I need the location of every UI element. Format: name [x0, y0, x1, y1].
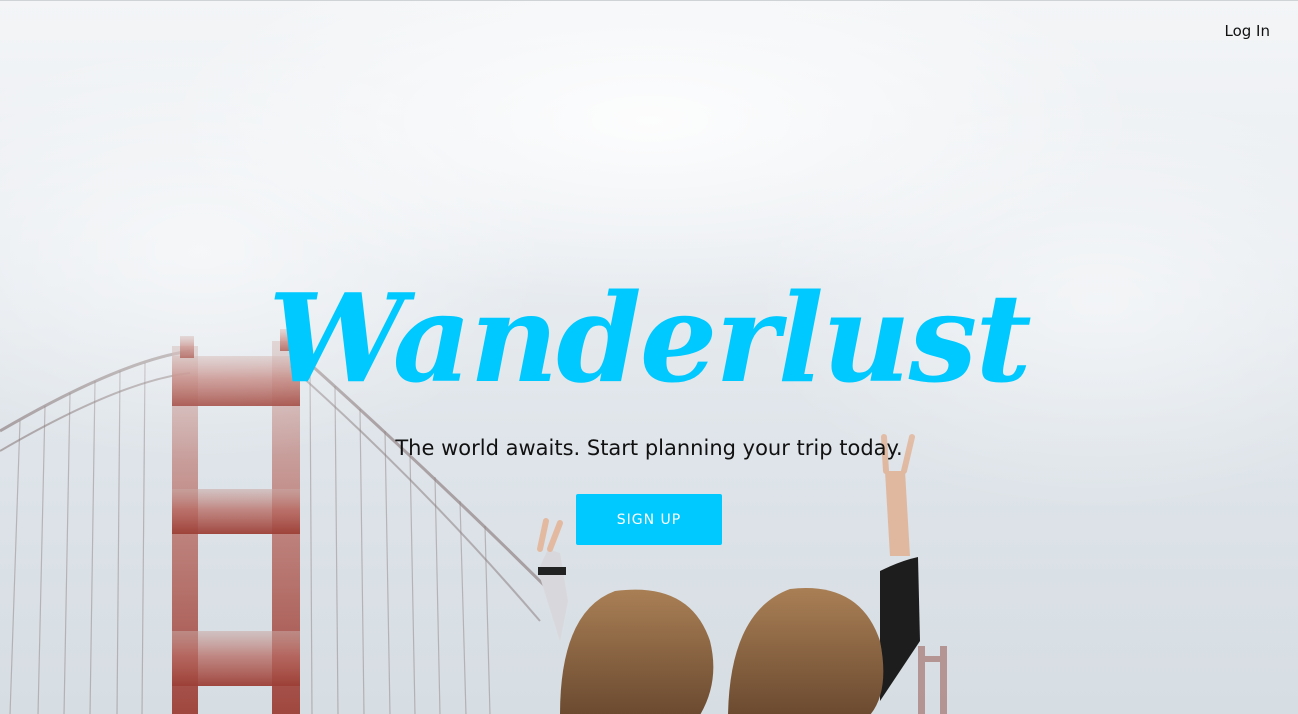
hero-tagline: The world awaits. Start planning your tr… [395, 436, 903, 460]
login-link[interactable]: Log In [1225, 22, 1271, 40]
landing-page: Log In Wanderlust The world awaits. Star… [0, 0, 1298, 714]
brand-logo: Wanderlust [268, 266, 1031, 410]
signup-button[interactable]: SIGN UP [576, 494, 722, 545]
hero-section: Wanderlust The world awaits. Start plann… [0, 263, 1298, 545]
